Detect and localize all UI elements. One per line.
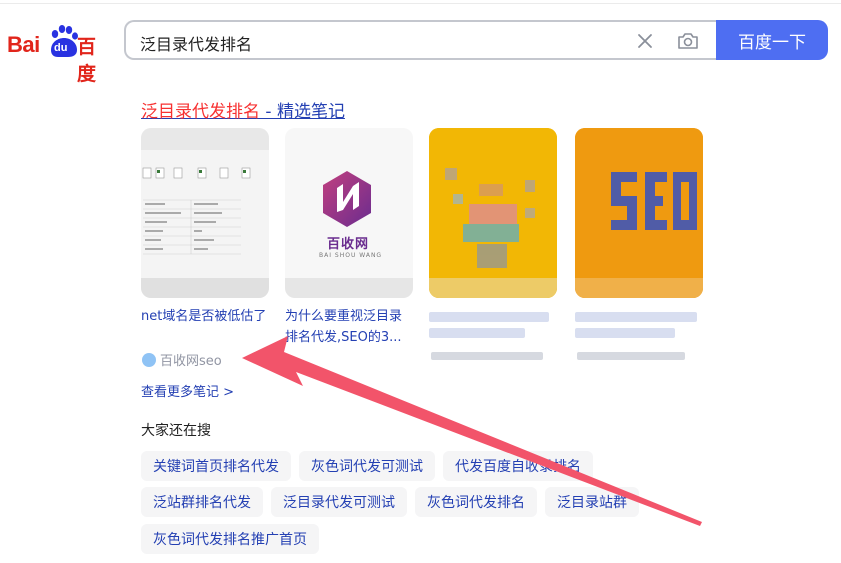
source-label: 百收网seo xyxy=(160,354,222,369)
baidu-logo[interactable]: Bai du 百度 xyxy=(7,22,111,85)
note-card-3[interactable] xyxy=(429,128,557,348)
clear-icon[interactable] xyxy=(634,30,656,52)
result-title-rest: - 精选笔记 xyxy=(260,102,345,122)
note-thumbnail-3[interactable] xyxy=(429,128,557,298)
blurred-source-3 xyxy=(431,352,543,360)
related-tag[interactable]: 代发百度自收录排名 xyxy=(443,451,593,481)
result-title-link[interactable]: 泛目录代发排名 - 精选笔记 xyxy=(141,97,345,122)
source-avatar-icon xyxy=(142,352,156,367)
search-input[interactable]: 泛目录代发排名 xyxy=(140,31,252,55)
note-thumbnail-4[interactable] xyxy=(575,128,703,298)
domain-table-image xyxy=(141,128,269,298)
logo-text-du: du xyxy=(54,42,68,54)
related-tag[interactable]: 关键词首页排名代发 xyxy=(141,451,291,481)
search-button[interactable]: 百度一下 xyxy=(716,20,828,60)
blurred-source-4 xyxy=(577,352,685,360)
blurred-image xyxy=(429,128,557,298)
logo-text-cn: 百度 xyxy=(77,36,96,85)
related-searches-title: 大家还在搜 xyxy=(141,423,211,439)
note-source[interactable]: 百收网seo xyxy=(142,350,222,369)
related-tag[interactable]: 泛目录代发可测试 xyxy=(271,487,407,517)
logo-text-bai: Bai xyxy=(7,32,40,57)
note-card-4[interactable] xyxy=(575,128,703,348)
note-card-2[interactable]: 百收网 BAI SHOU WANG 为什么要重视泛目录排名代发,SEO的3... xyxy=(285,128,413,348)
brand-text-en: BAI SHOU WANG xyxy=(319,252,383,259)
blurred-seo-image xyxy=(575,128,703,298)
top-divider xyxy=(0,3,841,4)
related-tag[interactable]: 泛站群排名代发 xyxy=(141,487,263,517)
related-tag[interactable]: 泛目录站群 xyxy=(545,487,639,517)
search-box[interactable]: 泛目录代发排名 xyxy=(124,20,718,60)
note-caption-4[interactable] xyxy=(575,306,703,348)
related-tag[interactable]: 灰色词代发排名推广首页 xyxy=(141,524,319,554)
baishouwang-logo-image xyxy=(285,171,413,298)
note-thumbnail-1[interactable] xyxy=(141,128,269,298)
note-thumbnail-2[interactable]: 百收网 BAI SHOU WANG xyxy=(285,128,413,298)
note-caption-2[interactable]: 为什么要重视泛目录排名代发,SEO的3... xyxy=(285,306,413,348)
note-caption-1[interactable]: net域名是否被低估了 xyxy=(141,306,269,348)
note-card-1[interactable]: net域名是否被低估了 xyxy=(141,128,269,348)
camera-icon[interactable] xyxy=(676,29,700,53)
related-tag[interactable]: 灰色词代发排名 xyxy=(415,487,537,517)
result-title-highlight: 泛目录代发排名 xyxy=(141,102,260,122)
brand-text: 百收网 xyxy=(327,237,370,252)
note-caption-3[interactable] xyxy=(429,306,557,348)
related-tag[interactable]: 灰色词代发可测试 xyxy=(299,451,435,481)
more-notes-link[interactable]: 查看更多笔记 > xyxy=(141,381,234,400)
